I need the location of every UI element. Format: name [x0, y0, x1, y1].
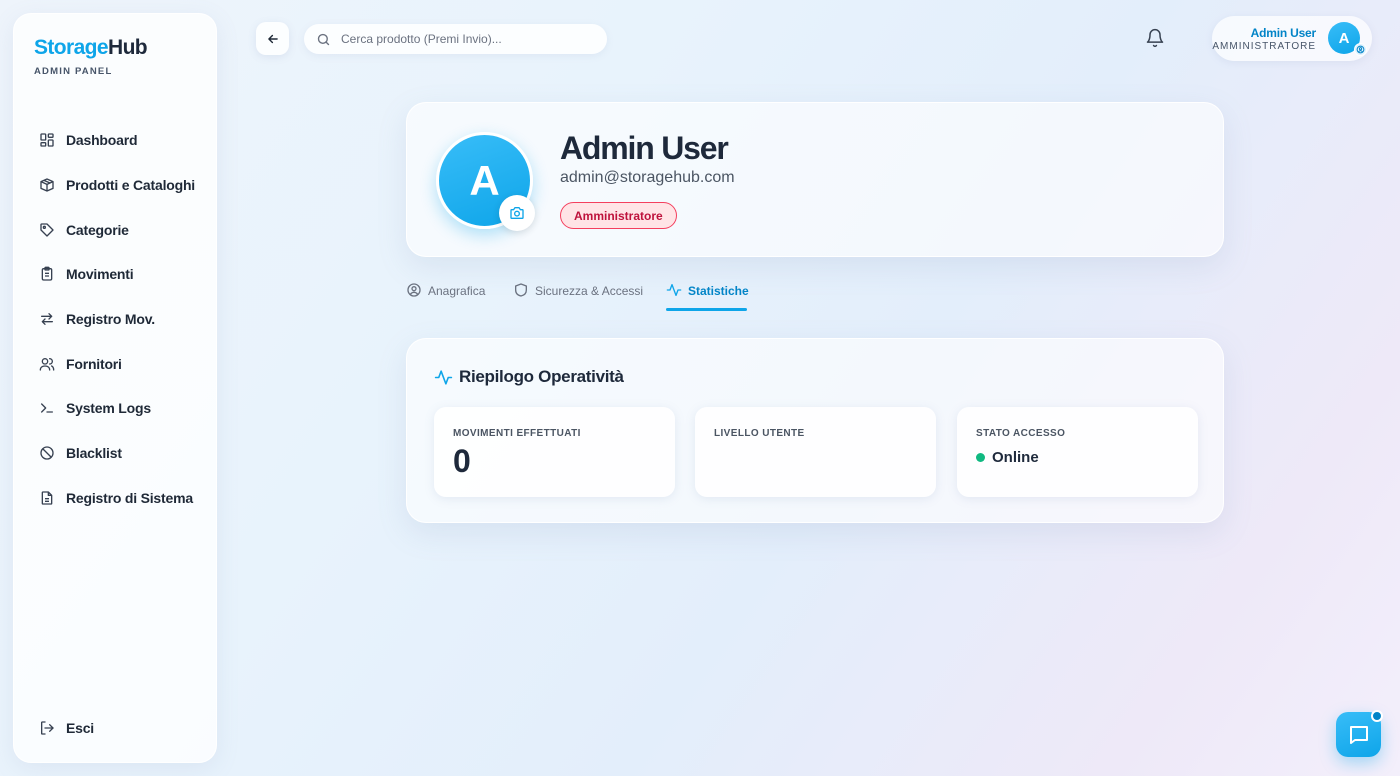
stat-value: Online: [992, 449, 1039, 466]
logout-section: Esci: [28, 705, 204, 750]
stats-title: Riepilogo Operatività: [459, 367, 624, 386]
online-status: Online: [976, 449, 1039, 466]
ban-icon: [40, 446, 54, 460]
profile-card: A Admin User admin@storagehub.com Ammini…: [406, 102, 1224, 257]
box-icon: [40, 178, 54, 192]
camera-icon: [510, 207, 524, 219]
search-bar: [304, 24, 607, 54]
stat-label: MOVIMENTI EFFETTUATI: [453, 428, 581, 439]
sidebar-item-label: Categorie: [66, 221, 129, 238]
sidebar-item-label: Blacklist: [66, 445, 122, 462]
activity-icon: [666, 284, 682, 296]
sidebar-item-movements[interactable]: Movimenti: [28, 252, 204, 297]
stat-label: LIVELLO UTENTE: [714, 428, 805, 439]
arrows-exchange-icon: [41, 313, 53, 326]
brand[interactable]: StorageHub ADMIN PANEL: [34, 36, 148, 77]
tag-icon: [40, 223, 54, 237]
sidebar-item-label: System Logs: [66, 400, 151, 417]
sidebar: StorageHub ADMIN PANEL Dashboard Prodott…: [13, 13, 217, 763]
sidebar-item-products[interactable]: Prodotti e Cataloghi: [28, 163, 204, 208]
search-input[interactable]: [341, 32, 581, 46]
role-badge: Amministratore: [560, 202, 677, 229]
stat-label: STATO ACCESSO: [976, 428, 1066, 439]
clipboard-icon: [41, 267, 53, 282]
stat-access-status: STATO ACCESSO Online: [957, 407, 1198, 497]
shield-icon: [515, 283, 527, 297]
logout-button[interactable]: Esci: [28, 705, 204, 750]
back-button[interactable]: [256, 22, 289, 55]
sidebar-item-label: Prodotti e Cataloghi: [66, 177, 196, 194]
status-dot: [976, 453, 985, 462]
terminal-icon: [41, 403, 53, 414]
tab-security[interactable]: Sicurezza & Accessi: [513, 282, 643, 312]
change-photo-button[interactable]: [499, 195, 535, 231]
user-menu[interactable]: Admin User AMMINISTRATORE A: [1212, 16, 1372, 61]
sidebar-item-label: Movimenti: [66, 266, 134, 283]
brand-subtitle: ADMIN PANEL: [34, 66, 113, 77]
active-tab-indicator: [666, 308, 747, 311]
logout-icon: [41, 720, 54, 735]
bell-icon: [1146, 28, 1164, 48]
profile-name: Admin User: [560, 130, 729, 166]
logout-label: Esci: [66, 719, 94, 736]
stats-card: Riepilogo Operatività MOVIMENTI EFFETTUA…: [406, 338, 1224, 523]
sidebar-nav: Dashboard Prodotti e Cataloghi Categorie…: [28, 118, 204, 520]
arrow-left-icon: [267, 34, 278, 43]
chat-icon: [1349, 725, 1368, 744]
stats-header: Riepilogo Operatività: [434, 367, 624, 387]
stat-movements: MOVIMENTI EFFETTUATI 0: [434, 407, 675, 497]
tab-label: Sicurezza & Accessi: [535, 284, 644, 298]
sidebar-item-dashboard[interactable]: Dashboard: [28, 118, 204, 163]
sidebar-item-movement-log[interactable]: Registro Mov.: [28, 297, 204, 342]
chat-notification-dot: [1371, 710, 1383, 722]
user-name: Admin User: [1250, 26, 1317, 40]
profile-email: admin@storagehub.com: [560, 169, 735, 186]
stat-user-level: LIVELLO UTENTE: [695, 407, 936, 497]
tab-label: Statistiche: [688, 284, 749, 298]
tab-label: Anagrafica: [428, 284, 486, 298]
sidebar-item-categories[interactable]: Categorie: [28, 207, 204, 252]
search-icon: [317, 33, 330, 45]
sidebar-item-suppliers[interactable]: Fornitori: [28, 341, 204, 386]
dashboard-icon: [40, 133, 54, 148]
tab-anagrafica[interactable]: Anagrafica: [406, 282, 485, 312]
activity-icon: [434, 369, 453, 385]
file-text-icon: [41, 491, 53, 505]
notifications-button[interactable]: [1145, 28, 1165, 48]
profile-tabs: Anagrafica Sicurezza & Accessi Statistic…: [406, 282, 906, 312]
sidebar-item-system-logs[interactable]: System Logs: [28, 386, 204, 431]
stat-value: 0: [453, 443, 471, 479]
users-icon: [39, 357, 55, 371]
user-role: AMMINISTRATORE: [1212, 41, 1316, 52]
brand-logo: StorageHub: [34, 36, 148, 59]
sidebar-item-label: Dashboard: [66, 132, 138, 149]
sidebar-item-system-registry[interactable]: Registro di Sistema: [28, 476, 204, 521]
sidebar-item-label: Registro di Sistema: [66, 489, 193, 506]
user-circle-icon: [407, 283, 421, 297]
sidebar-item-label: Fornitori: [66, 355, 122, 372]
sidebar-item-label: Registro Mov.: [66, 311, 155, 328]
sidebar-item-blacklist[interactable]: Blacklist: [28, 431, 204, 476]
user-status-icon: [1354, 43, 1367, 56]
